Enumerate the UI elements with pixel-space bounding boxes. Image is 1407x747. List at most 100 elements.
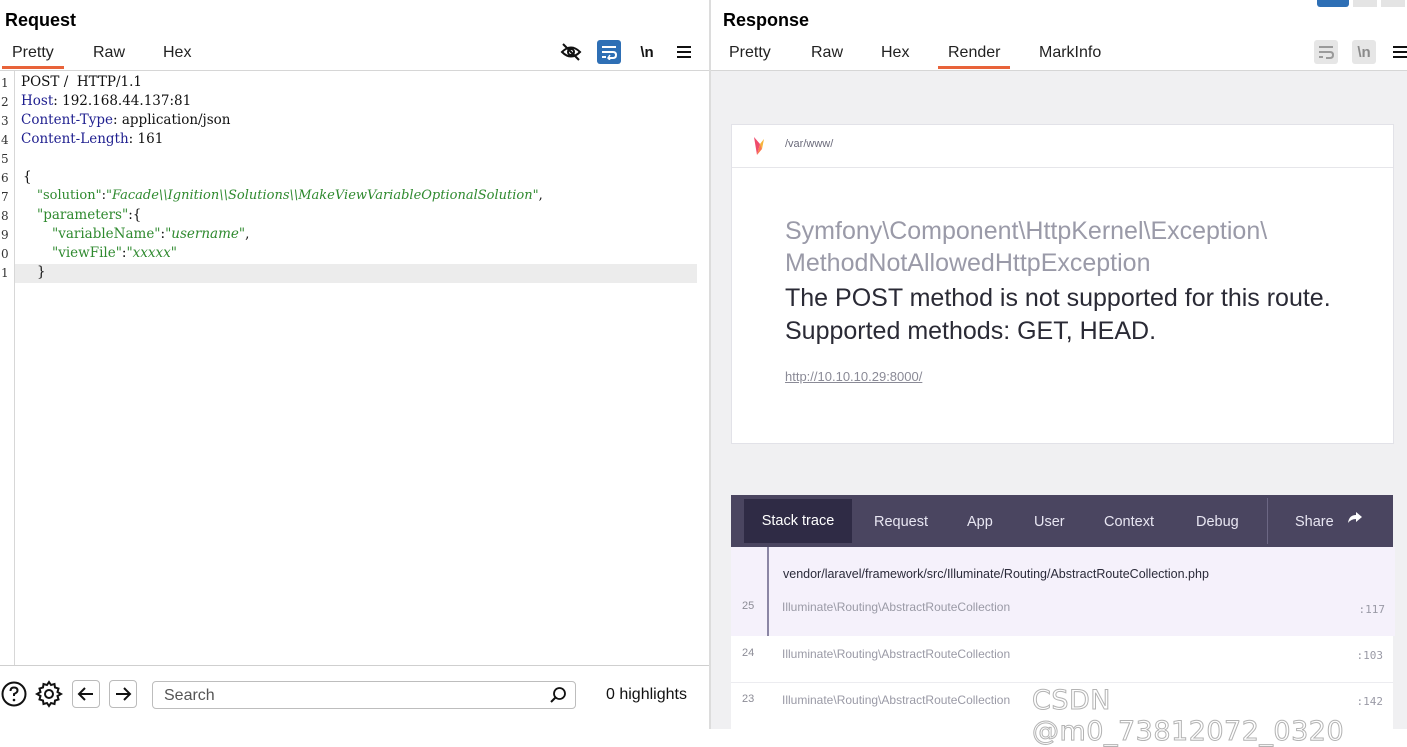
menu-icon[interactable] [672,40,696,64]
line-number: 5 [1,152,9,166]
response-tab-render[interactable]: Render [937,44,1012,69]
error-card-header: /var/www/ [732,125,1393,168]
request-title: Request [5,10,77,30]
highlights-count: 0 highlights [606,686,687,703]
request-tab-raw[interactable]: Raw [93,44,125,69]
code-line: "viewFile":"xxxxx" [52,245,177,261]
json-key: "solution" [37,188,102,203]
json-punct: :{ [128,207,142,223]
stack-nav-divider [1267,498,1268,544]
line-number: 6 [1,171,9,185]
json-key: "variableName" [52,226,161,242]
error-card: /var/www/ Symfony\Component\HttpKernel\E… [731,124,1394,444]
line-number: 1 [1,266,9,280]
line-number: 3 [1,114,9,128]
request-tab-pretty[interactable]: Pretty [2,44,64,69]
code-line: { [23,169,32,185]
request-url-link[interactable]: http://10.10.10.29:8000/ [785,369,922,384]
stack-nav-debug[interactable]: Debug [1196,514,1239,530]
code-line: "variableName":"username", [52,226,249,242]
current-line-highlight [15,264,697,283]
response-tabs: Pretty Raw Hex Render MarkInfo [711,40,1407,70]
stack-frame-selected[interactable]: vendor/laravel/framework/src/Illuminate/… [767,547,1395,636]
share-arrow-icon[interactable] [1347,511,1363,530]
line-number: 8 [1,209,9,223]
layout-toggle[interactable] [1381,0,1405,7]
line-number-gutter: 1 2 3 4 5 6 7 8 9 0 1 [0,71,15,665]
json-value: "Facade\\Ignition\\Solutions\\MakeViewVa… [105,188,539,203]
newline-toggle-icon[interactable]: \n [1352,40,1376,64]
newline-toggle-icon[interactable]: \n [635,40,659,64]
exception-namespace: Symfony\Component\HttpKernel\Exception\ [785,217,1268,245]
code-line: Content-Length: 161 [21,131,163,147]
frame-line: :103 [1356,649,1384,662]
json-key: "parameters" [37,207,129,223]
settings-gear-icon[interactable] [35,680,63,708]
frame-class: Illuminate\Routing\AbstractRouteCollecti… [782,647,1011,661]
code-line: "parameters":{ [37,207,141,223]
csdn-watermark: CSDN @m0_73812072_0320 [1032,685,1345,747]
stack-nav-share[interactable]: Share [1295,514,1334,530]
exception-name: MethodNotAllowedHttpException [785,249,1151,277]
next-match-button[interactable] [109,680,137,708]
response-panel: Response Pretty Raw Hex Render MarkInfo … [711,0,1407,729]
help-icon[interactable] [0,680,28,708]
exception-message: The POST method is not supported for thi… [785,284,1331,345]
line-number: 9 [1,228,9,242]
frame-class: Illuminate\Routing\AbstractRouteCollecti… [782,693,1011,707]
stack-nav-request[interactable]: Request [874,514,928,530]
response-tab-pretty[interactable]: Pretty [729,44,771,69]
line-number: 1 [1,76,9,90]
stack-frame[interactable]: 24 Illuminate\Routing\AbstractRouteColle… [731,636,1393,683]
json-value: "username" [165,226,246,242]
header-key: Host [21,93,54,109]
frame-file-path: vendor/laravel/framework/src/Illuminate/… [783,567,1209,581]
frame-gutter [731,547,767,636]
stack-nav-app[interactable]: App [967,514,993,530]
response-header-divider [711,70,1407,71]
header-key: Content-Type [21,112,114,128]
response-title: Response [723,10,810,30]
menu-icon[interactable] [1388,40,1407,64]
frame-number: 23 [742,693,755,705]
code-line: POST / HTTP/1.1 [21,74,142,90]
header-value: : 192.168.44.137:81 [53,93,192,109]
code-line: "solution":"Facade\\Ignition\\Solutions\… [37,188,543,203]
line-number: 7 [1,190,9,204]
json-comma: , [538,188,543,203]
word-wrap-icon[interactable] [1314,40,1338,64]
stack-nav-context[interactable]: Context [1104,514,1154,530]
word-wrap-icon[interactable] [597,40,621,64]
frame-line: :117 [1358,603,1386,616]
code-line: Content-Type: application/json [21,112,231,128]
line-number: 4 [1,133,9,147]
request-panel: Request Pretty Raw Hex \n 1 2 3 4 5 6 7 … [0,0,709,730]
hide-nonprintable-icon[interactable] [559,40,583,64]
layout-toggle-active[interactable] [1317,0,1349,7]
search-input[interactable] [162,685,546,707]
line-number: 0 [1,247,9,261]
stack-nav-user[interactable]: User [1034,514,1065,530]
response-tab-hex[interactable]: Hex [881,44,909,69]
response-tab-raw[interactable]: Raw [811,44,843,69]
ignition-logo-icon [752,135,766,162]
previous-match-button[interactable] [72,680,100,708]
header-value: : application/json [113,112,231,128]
header-key: Content-Length [21,131,129,147]
frame-number: 25 [742,600,755,612]
stack-nav-bar: Stack trace Request App User Context Deb… [731,495,1393,547]
code-line: Host: 192.168.44.137:81 [21,93,191,109]
layout-toggle[interactable] [1353,0,1377,7]
request-editor[interactable]: 1 2 3 4 5 6 7 8 9 0 1 POST / HTTP/1.1 Ho… [0,71,709,665]
request-bottom-bar: 0 highlights [0,665,709,730]
request-tab-hex[interactable]: Hex [163,44,191,69]
json-comma: , [245,226,250,242]
stack-nav-stack-trace[interactable]: Stack trace [744,499,852,543]
error-path: /var/www/ [785,138,834,150]
frame-class: Illuminate\Routing\AbstractRouteCollecti… [782,600,1011,614]
frame-number: 24 [742,647,755,659]
search-icon[interactable] [549,686,567,709]
code-line: } [37,264,46,280]
exception-class: Symfony\Component\HttpKernel\Exception\ … [785,215,1345,279]
response-tab-markinfo[interactable]: MarkInfo [1039,44,1101,69]
